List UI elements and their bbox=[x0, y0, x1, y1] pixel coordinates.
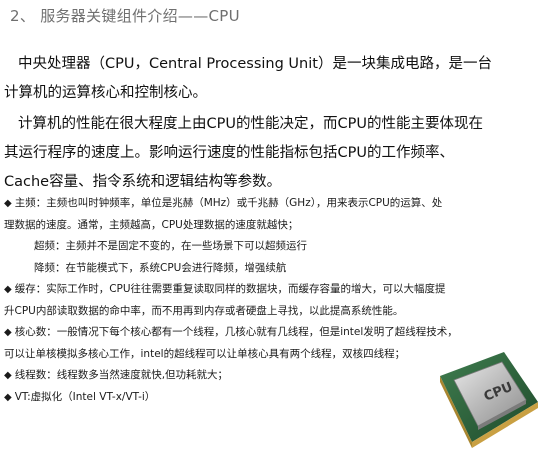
diamond-bullet-icon: ◆ bbox=[4, 370, 12, 381]
intro-line: 计算机的运算核心和控制核心。 bbox=[4, 85, 207, 101]
bullet-cache: ◆ 缓存：实际工作时，CPU往往需要重复读取同样的数据块，而缓存容量的增大，可以大… bbox=[4, 279, 540, 301]
bullet-text: 核心数：一般情况下每个核心都有一个线程，几核心就有几线程，但是intel发明了超… bbox=[14, 326, 458, 338]
bullet-text: VT:虚拟化（Intel VT-x/VT-i） bbox=[14, 390, 156, 403]
bullet-frequency: ◆ 主频：主频也叫时钟频率，单位是兆赫（MHz）或千兆赫（GHz），用来表示CPU… bbox=[4, 193, 540, 215]
intro-line: 中央处理器（CPU，Central Processing Unit）是一块集成电… bbox=[18, 56, 492, 72]
diamond-bullet-icon: ◆ bbox=[4, 391, 12, 403]
bullet-text: 线程数：线程数多当然速度就快,但功耗就大； bbox=[14, 369, 229, 381]
sub-item-downclock: 降频：在节能模式下，系统CPU会进行降频，增强续航 bbox=[34, 261, 287, 274]
cpu-chip-image: CPU bbox=[440, 352, 538, 448]
intro-paragraph-2: 计算机的性能在很大程度上由CPU的性能决定，而CPU的性能主要体现在 其运行程序… bbox=[4, 110, 540, 197]
sub-item-overclock: 超频：主频并不是固定不变的，在一些场景下可以超频运行 bbox=[34, 240, 307, 252]
slide-title: 2、 服务器关键组件介绍——CPU bbox=[10, 7, 240, 25]
bullet-text: 缓存：实际工作时，CPU往往需要重复读取同样的数据块，而缓存容量的增大，可以大幅… bbox=[14, 283, 446, 295]
intro-paragraph-1: 中央处理器（CPU，Central Processing Unit）是一块集成电… bbox=[4, 50, 540, 108]
bullet-text: 主频：主频也叫时钟频率，单位是兆赫（MHz）或千兆赫（GHz），用来表示CPU的… bbox=[14, 197, 443, 209]
intro-line: 计算机的性能在很大程度上由CPU的性能决定，而CPU的性能主要体现在 bbox=[18, 116, 483, 132]
bullet-text-continued: 升CPU内部读取数据的命中率，而不用再到内存或者硬盘上寻找，以此提高系统性能。 bbox=[4, 304, 404, 317]
diamond-bullet-icon: ◆ bbox=[4, 284, 12, 295]
slide: 2、 服务器关键组件介绍——CPU 中央处理器（CPU，Central Proc… bbox=[0, 0, 545, 457]
diamond-bullet-icon: ◆ bbox=[4, 198, 12, 209]
intro-line: 其运行程序的速度上。影响运行速度的性能指标包括CPU的工作频率、 bbox=[4, 145, 454, 161]
bullet-text-continued: 理数据的速度。通常，主频越高，CPU处理数据的速度就越快； bbox=[4, 218, 299, 231]
diamond-bullet-icon: ◆ bbox=[4, 327, 12, 338]
bullet-cores: ◆ 核心数：一般情况下每个核心都有一个线程，几核心就有几线程，但是intel发明了… bbox=[4, 322, 540, 344]
